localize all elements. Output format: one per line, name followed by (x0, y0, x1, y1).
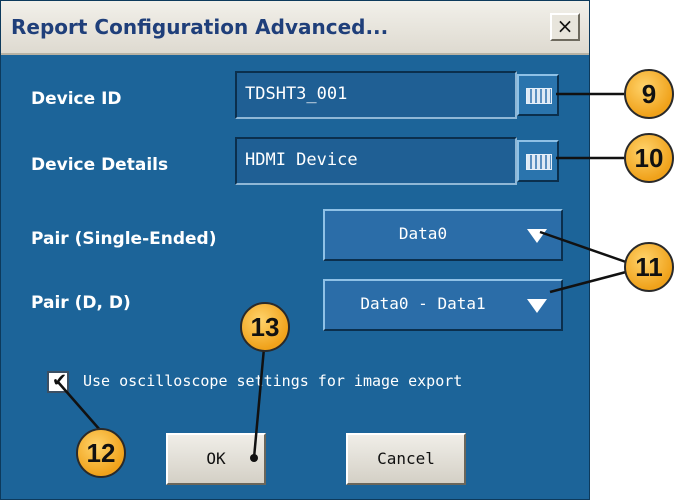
keypad-icon (526, 88, 552, 104)
device-id-field[interactable]: TDSHT3_001 (235, 71, 517, 119)
device-details-browse-button[interactable] (517, 140, 559, 182)
checkmark-icon: ✔ (52, 370, 68, 391)
device-id-label: Device ID (31, 89, 122, 109)
dialog-title: Report Configuration Advanced... (11, 15, 389, 39)
cancel-button[interactable]: Cancel (346, 433, 466, 485)
title-bar: Report Configuration Advanced... × (1, 1, 589, 55)
use-scope-settings-label: Use oscilloscope settings for image expo… (83, 372, 463, 390)
device-details-label: Device Details (31, 155, 169, 175)
device-details-field[interactable]: HDMI Device (235, 137, 517, 185)
pair-differential-label: Pair (D, D) (31, 293, 131, 313)
pair-differential-dropdown[interactable]: Data0 - Data1 (323, 279, 563, 331)
pair-single-ended-label: Pair (Single-Ended) (31, 229, 217, 249)
chevron-down-icon (527, 229, 547, 243)
close-button[interactable]: × (550, 13, 580, 41)
callout-9: 9 (624, 69, 674, 119)
pair-differential-value: Data0 - Data1 (360, 294, 486, 313)
keypad-icon (526, 154, 552, 170)
use-scope-settings-checkbox[interactable]: ✔ (47, 370, 69, 393)
callout-11: 11 (624, 242, 674, 292)
pair-single-ended-value: Data0 (398, 224, 448, 243)
callout-13: 13 (240, 302, 290, 352)
chevron-down-icon (527, 299, 547, 313)
callout-10: 10 (624, 133, 674, 183)
pair-single-ended-dropdown[interactable]: Data0 (323, 209, 563, 261)
report-config-dialog: Report Configuration Advanced... × Devic… (0, 0, 590, 500)
device-id-browse-button[interactable] (517, 74, 559, 116)
callout-12: 12 (76, 428, 126, 478)
ok-button[interactable]: OK (166, 433, 266, 485)
